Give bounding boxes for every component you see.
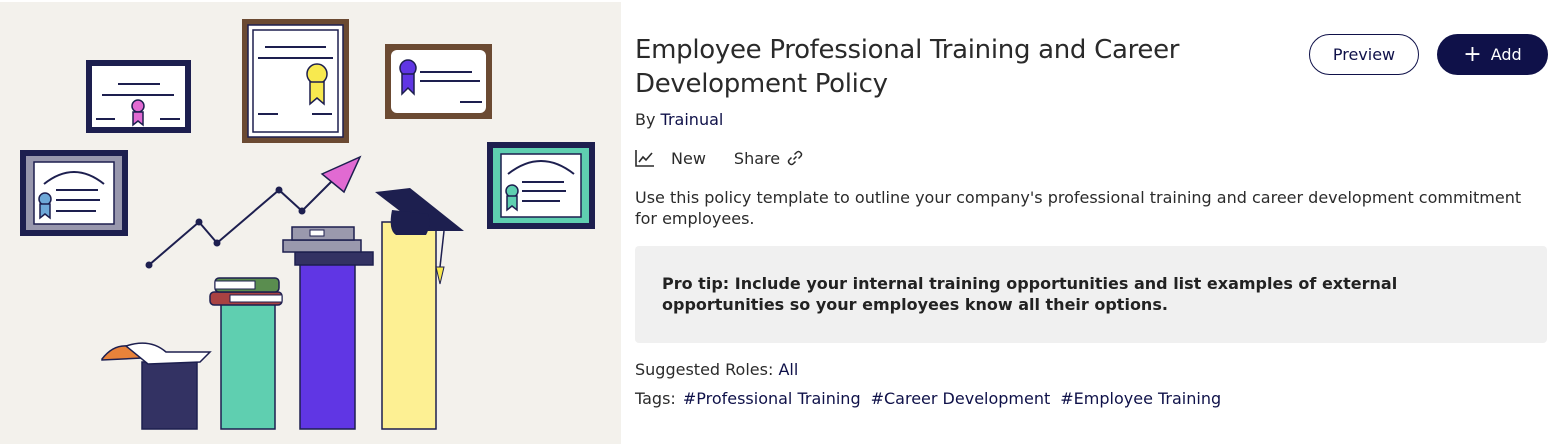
link-icon [787,150,803,166]
trend-chart-icon [635,150,654,167]
suggested-roles: Suggested Roles: All [635,360,798,379]
bar-4 [381,221,437,430]
open-book [101,342,212,365]
certificate-frame-2 [242,19,349,143]
add-button-label: Add [1490,45,1522,64]
plus-icon: + [1463,41,1482,67]
hero-illustration [0,2,621,444]
bar-3 [299,260,356,430]
bar-1 [141,361,198,430]
training-illustration [20,19,595,430]
share-label: Share [733,148,781,168]
certificate-frame-5 [487,142,595,229]
template-description: Use this policy template to outline your… [635,188,1522,228]
roles-label: Suggested Roles: [635,360,774,379]
book-stack [209,277,283,306]
bar-2 [220,303,276,430]
certificate-frame-4 [20,150,128,236]
roles-value: All [778,360,799,379]
page-title: Employee Professional Training and Caree… [635,35,1180,99]
tags-label: Tags: [635,389,676,408]
tag-professional-training[interactable]: #Professional Training [683,389,861,408]
laptop-stack [282,226,374,266]
byline-prefix: By [635,110,656,129]
certificate-frame-1 [86,60,191,133]
preview-button[interactable]: Preview [1309,34,1419,75]
certificate-frame-3 [385,44,492,119]
author-link[interactable]: Trainual [661,110,724,129]
status-badge: New [671,148,706,168]
pro-tip-text: Pro tip: Include your internal training … [662,274,1398,314]
add-button[interactable]: + Add [1437,34,1548,75]
tag-career-development[interactable]: #Career Development [871,389,1051,408]
tags-row: Tags: #Professional Training #Career Dev… [635,389,1224,408]
tag-employee-training[interactable]: #Employee Training [1060,389,1221,408]
pro-tip-callout: Pro tip: Include your internal training … [635,246,1547,343]
template-details: Employee Professional Training and Caree… [635,0,1548,444]
meta-row: New Share [635,147,804,169]
share-button[interactable]: Share [734,149,804,168]
byline: By Trainual [635,110,723,129]
